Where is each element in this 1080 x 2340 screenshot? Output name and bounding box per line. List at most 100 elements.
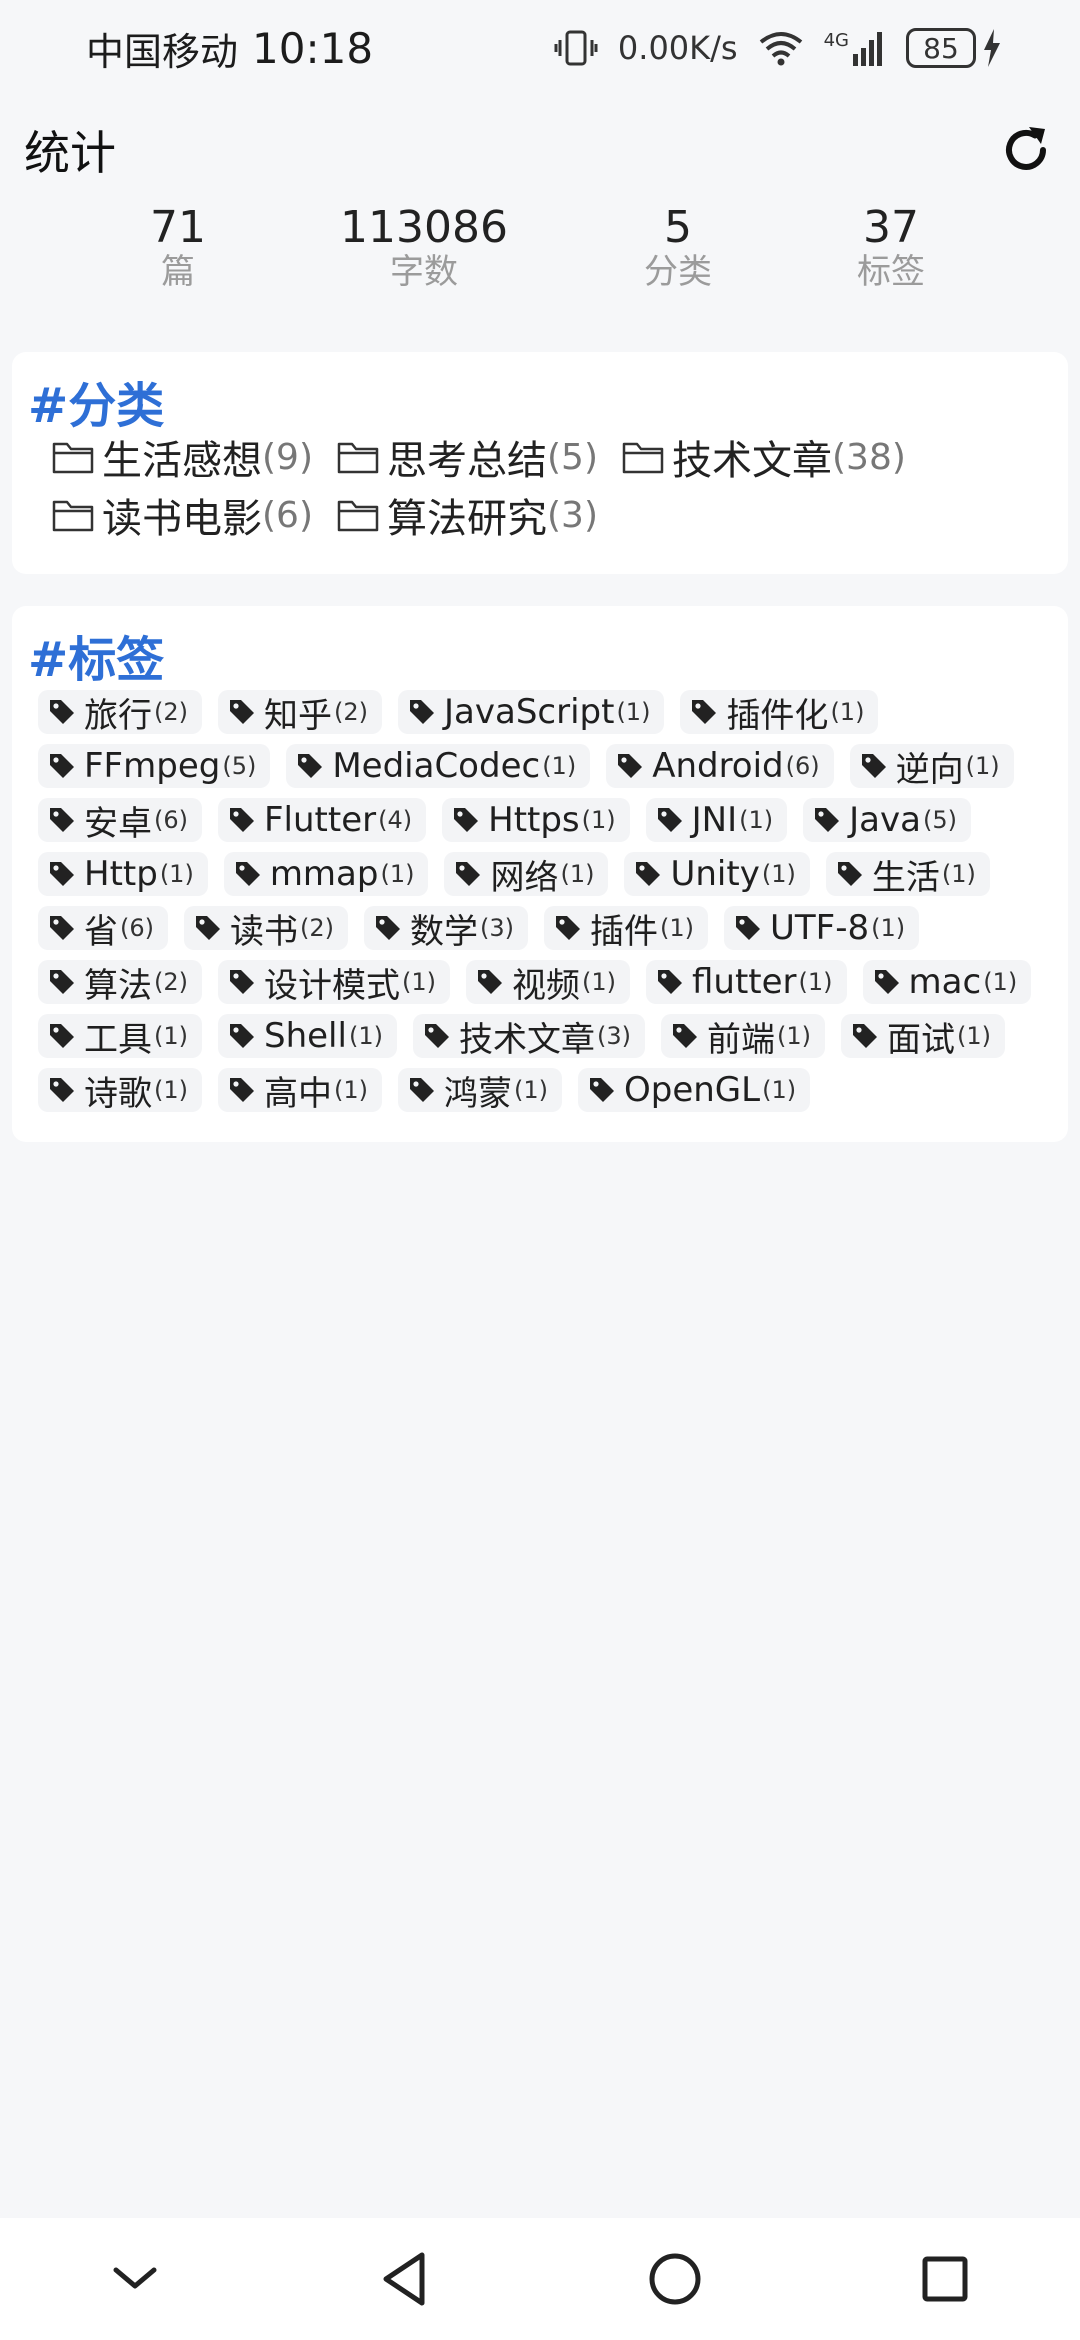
stats-summary: 71 篇 113086 字数 5 分类 37 标签 [0, 204, 1080, 304]
tag-chip[interactable]: 插件化 (1) [680, 690, 879, 736]
tag-icon [423, 1022, 451, 1050]
tag-count: (1) [581, 806, 616, 834]
tag-chip[interactable]: mac (1) [862, 960, 1032, 1004]
tag-chip[interactable]: Java (5) [803, 798, 971, 842]
tag-chip[interactable]: 前端 (1) [660, 1014, 825, 1060]
tag-chip[interactable]: 网络 (1) [444, 852, 609, 898]
tag-icon [48, 968, 76, 996]
tag-count: (1) [402, 968, 436, 996]
tag-chip[interactable]: 高中 (1) [218, 1068, 382, 1114]
category-item[interactable]: 算法研究 (3) [337, 492, 598, 542]
folder-icon [337, 439, 381, 475]
tag-chip[interactable]: FFmpeg (5) [38, 744, 271, 788]
tag-chip[interactable]: Flutter (4) [218, 798, 427, 842]
tag-count: (4) [378, 806, 413, 834]
tag-count: (1) [560, 860, 595, 888]
tag-chip[interactable]: Shell (1) [218, 1014, 397, 1058]
folder-icon [337, 497, 381, 533]
tag-icon [48, 914, 76, 942]
tag-chip[interactable]: 视频 (1) [466, 960, 630, 1006]
chevron-down-icon [113, 2267, 157, 2289]
tag-chip[interactable]: flutter (1) [646, 960, 847, 1004]
tag-icon [690, 698, 718, 726]
tag-chip[interactable]: 安卓 (6) [38, 798, 202, 844]
tag-chip[interactable]: 诗歌 (1) [38, 1068, 202, 1114]
category-count: (38) [832, 436, 906, 478]
tag-chip[interactable]: mmap (1) [223, 852, 429, 896]
stat-label: 篇 [161, 252, 195, 292]
stat-value: 5 [664, 202, 692, 253]
tag-chip[interactable]: 插件 (1) [544, 906, 708, 952]
tag-chip[interactable]: 算法 (2) [38, 960, 202, 1006]
tag-count: (2) [154, 968, 188, 996]
home-icon [649, 2253, 701, 2305]
tag-chip[interactable]: 面试 (1) [840, 1014, 1005, 1060]
tag-chip[interactable]: 省 (6) [38, 906, 168, 952]
tag-count: (1) [380, 860, 415, 888]
tag-count: (1) [761, 860, 796, 888]
tag-chip[interactable]: 知乎 (2) [218, 690, 382, 736]
tag-chip[interactable]: 逆向 (1) [849, 744, 1014, 790]
tag-name: mac [908, 962, 982, 1002]
tag-name: Android [652, 746, 784, 786]
tag-chip[interactable]: Https (1) [442, 798, 630, 842]
tag-icon [228, 968, 256, 996]
tag-icon [228, 1076, 256, 1104]
category-item[interactable]: 技术文章 (38) [622, 434, 906, 484]
tag-chip[interactable]: 设计模式 (1) [218, 960, 450, 1006]
nav-collapse-button[interactable] [95, 2239, 175, 2319]
tag-count: (1) [941, 860, 976, 888]
stat-label: 字数 [390, 252, 458, 292]
tag-count: (1) [762, 1076, 797, 1104]
tag-icon [48, 1022, 76, 1050]
tag-count: (6) [120, 914, 154, 942]
nav-recents-button[interactable] [905, 2239, 985, 2319]
tag-count: (3) [480, 914, 514, 942]
tag-chip[interactable]: 生活 (1) [825, 852, 990, 898]
tag-chip[interactable]: JNI (1) [645, 798, 788, 842]
tag-chip[interactable]: 读书 (2) [184, 906, 348, 952]
tag-icon [48, 860, 76, 888]
category-item[interactable]: 思考总结 (5) [337, 434, 598, 484]
tag-name: MediaCodec [332, 746, 541, 786]
tag-count: (6) [785, 752, 820, 780]
tag-chip[interactable]: UTF-8 (1) [724, 906, 920, 950]
tag-chip[interactable]: Http (1) [38, 852, 208, 896]
tag-name: Java [849, 800, 921, 840]
tag-chip[interactable]: 旅行 (2) [38, 690, 202, 736]
tag-chip[interactable]: OpenGL (1) [578, 1068, 811, 1112]
category-count: (3) [547, 494, 598, 536]
tag-name: 技术文章 [458, 1019, 595, 1060]
tag-chip[interactable]: 技术文章 (3) [412, 1014, 645, 1060]
stat-words: 113086 字数 [340, 204, 508, 293]
tag-count: (1) [739, 806, 774, 834]
tag-chip[interactable]: Android (6) [606, 744, 834, 788]
tag-name: 高中 [264, 1073, 332, 1114]
tag-icon [454, 860, 482, 888]
category-item[interactable]: 生活感想 (9) [52, 434, 313, 484]
wifi-icon [758, 28, 804, 68]
nav-home-button[interactable] [635, 2239, 715, 2319]
tag-count: (1) [154, 1076, 188, 1104]
tag-chip[interactable]: MediaCodec (1) [286, 744, 591, 788]
tag-count: (1) [776, 1022, 811, 1050]
category-item[interactable]: 读书电影 (6) [52, 492, 313, 542]
tag-count: (1) [514, 1076, 548, 1104]
tag-chip[interactable]: 数学 (3) [364, 906, 528, 952]
tags-card: #标签 旅行 (2) 知乎 (2) JavaScript (1) 插件化 (1) FFmpeg(… [12, 606, 1068, 1142]
stat-categories: 5 分类 [644, 202, 712, 293]
tag-chip[interactable]: JavaScript (1) [398, 690, 665, 734]
back-icon [383, 2252, 425, 2306]
tag-name: mmap [269, 854, 379, 894]
tag-count: (1) [871, 914, 906, 942]
tag-name: JavaScript [444, 692, 615, 732]
tag-chip[interactable]: Unity (1) [624, 852, 810, 896]
tag-name: Https [488, 800, 580, 840]
nav-back-button[interactable] [365, 2239, 445, 2319]
tag-chip[interactable]: 鸿蒙 (1) [398, 1068, 562, 1114]
refresh-button[interactable] [996, 120, 1056, 180]
tag-icon [476, 968, 504, 996]
tag-name: flutter [692, 962, 797, 1002]
tag-icon [616, 752, 644, 780]
tag-chip[interactable]: 工具 (1) [38, 1014, 202, 1060]
